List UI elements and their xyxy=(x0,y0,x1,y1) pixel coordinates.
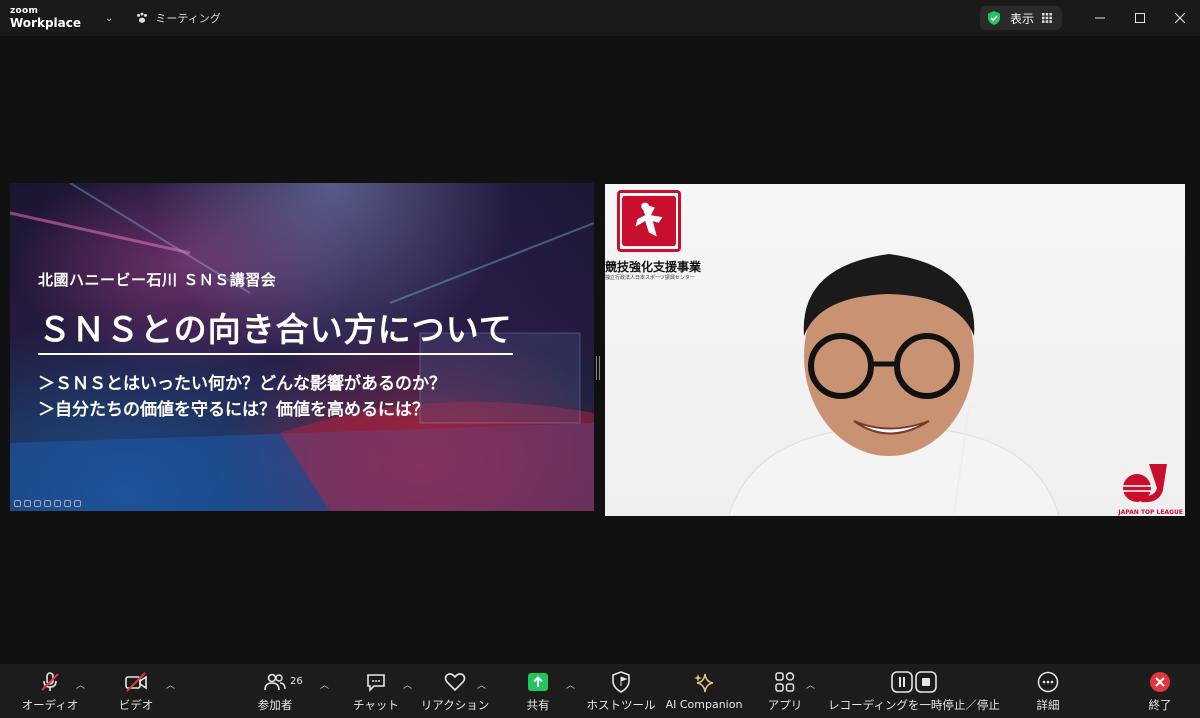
slide-tool-icon[interactable] xyxy=(54,500,61,507)
slide-tool-icon[interactable] xyxy=(74,500,81,507)
apps-icon xyxy=(775,671,795,692)
participants-button[interactable]: 参加者 xyxy=(250,664,300,718)
japan-top-league-logo xyxy=(1123,464,1167,503)
participants-options-caret[interactable]: ︿ xyxy=(320,678,329,691)
chat-label: チャット xyxy=(353,697,399,712)
audio-label: オーディオ xyxy=(21,697,79,712)
video-off-icon xyxy=(125,671,147,692)
apps-button[interactable]: アプリ xyxy=(766,664,804,718)
paw-icon xyxy=(137,12,148,23)
ai-companion-button[interactable]: AI Companion xyxy=(666,664,742,718)
host-tools-label: ホストツール xyxy=(586,697,656,712)
jsc-logo xyxy=(617,190,681,252)
zoom-workplace-logo: zoom Workplace xyxy=(10,6,82,30)
reactions-options-caret[interactable]: ︿ xyxy=(477,678,486,691)
ai-companion-label: AI Companion xyxy=(665,698,743,711)
video-options-caret[interactable]: ︿ xyxy=(166,678,175,691)
participants-count: 26 xyxy=(290,676,303,687)
video-label: ビデオ xyxy=(118,697,154,712)
heart-icon xyxy=(444,672,466,691)
slide-tool-icon[interactable] xyxy=(44,500,51,507)
share-options-caret[interactable]: ︿ xyxy=(566,678,575,691)
chat-button[interactable]: チャット xyxy=(352,664,400,718)
minimize-button[interactable] xyxy=(1080,0,1120,36)
slide-subtitle: 北國ハニービー石川 ＳＮＳ講習会 xyxy=(38,271,277,289)
grid-icon xyxy=(1042,13,1052,23)
jsc-emblem-icon xyxy=(621,195,677,247)
participants-label: 参加者 xyxy=(257,697,293,712)
apps-options-caret[interactable]: ︿ xyxy=(806,678,815,691)
slide-tool-icon[interactable] xyxy=(64,500,71,507)
chevron-down-icon[interactable]: ⌄ xyxy=(105,13,113,24)
sparkle-icon xyxy=(694,673,714,693)
meeting-tab[interactable]: ミーティング xyxy=(135,10,221,26)
reactions-label: リアクション xyxy=(420,697,490,712)
mic-muted-icon xyxy=(41,671,59,691)
brand-main: Workplace xyxy=(10,16,82,30)
view-label: 表示 xyxy=(1009,11,1034,26)
view-button[interactable]: 表示 xyxy=(979,6,1062,30)
video-button[interactable]: ビデオ xyxy=(112,664,160,718)
chat-icon xyxy=(367,673,385,692)
slide-toolbar[interactable] xyxy=(14,500,81,507)
maximize-button[interactable] xyxy=(1120,0,1160,36)
slide-tool-icon[interactable] xyxy=(24,500,31,507)
slide-bullet-1: ＞ＳＮＳとはいったい何か？どんな影響があるのか？ xyxy=(38,374,446,394)
split-resize-handle[interactable] xyxy=(596,356,600,380)
participants-icon xyxy=(264,673,286,690)
meeting-toolbar: オーディオ ︿ ビデオ ︿ 参加者 26 ︿ チャット ︿ リアクション ︿ 共… xyxy=(0,664,1200,718)
more-icon xyxy=(1037,671,1059,692)
brand-small: zoom xyxy=(10,6,39,16)
chat-options-caret[interactable]: ︿ xyxy=(403,678,412,691)
slide-tool-icon[interactable] xyxy=(34,500,41,507)
end-meeting-icon xyxy=(1150,671,1170,692)
logo-text: 競技強化支援事業 xyxy=(605,260,702,274)
share-screen-icon xyxy=(528,672,548,691)
share-button[interactable]: 共有 xyxy=(516,664,560,718)
close-button[interactable] xyxy=(1160,0,1200,36)
participant-person xyxy=(728,254,1060,516)
meeting-label: ミーティング xyxy=(155,12,221,25)
end-button[interactable]: 終了 xyxy=(1142,664,1178,718)
shared-screen-tile[interactable]: 北國ハニービー石川 ＳＮＳ講習会 ＳＮＳとの向き合い方について ＞ＳＮＳとはいっ… xyxy=(10,183,594,511)
apps-label: アプリ xyxy=(767,697,803,712)
recording-controls[interactable]: レコーディングを一時停止／停止 xyxy=(828,664,1000,718)
slide-title: ＳＮＳとの向き合い方について xyxy=(38,303,513,355)
more-button[interactable]: 詳細 xyxy=(1030,664,1066,718)
host-tools-button[interactable]: ホストツール xyxy=(586,664,656,718)
host-shield-icon xyxy=(612,670,630,693)
participant-video-tile[interactable]: 競技強化支援事業 独立行政法人日本スポーツ振興センター JAPAN TOP LE… xyxy=(605,184,1185,516)
slide-tool-icon[interactable] xyxy=(14,500,21,507)
logo-subtext: 独立行政法人日本スポーツ振興センター xyxy=(605,275,695,281)
slide-bullet-2: ＞自分たちの価値を守るには？価値を高めるには？ xyxy=(38,400,429,420)
pause-stop-recording-icon xyxy=(891,670,937,693)
shield-check-icon xyxy=(987,11,1000,25)
audio-options-caret[interactable]: ︿ xyxy=(76,678,85,691)
reactions-button[interactable]: リアクション xyxy=(420,664,490,718)
maximize-icon xyxy=(1135,13,1145,23)
recording-label: レコーディングを一時停止／停止 xyxy=(828,697,1000,712)
end-label: 終了 xyxy=(1148,697,1172,712)
title-bar: zoom Workplace ⌄ ミーティング 表示 xyxy=(0,0,1200,36)
audio-button[interactable]: オーディオ xyxy=(22,664,78,718)
league-text: JAPAN TOP LEAGUE xyxy=(1118,509,1183,516)
close-icon xyxy=(1175,13,1185,23)
minimize-icon xyxy=(1095,17,1105,19)
share-label: 共有 xyxy=(526,697,550,712)
more-label: 詳細 xyxy=(1036,697,1060,712)
